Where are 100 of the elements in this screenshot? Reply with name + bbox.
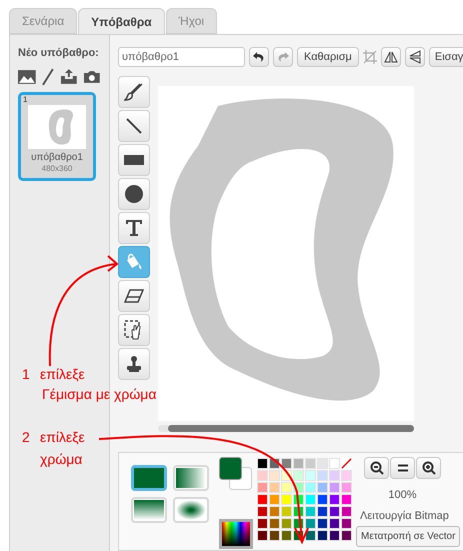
- palette-swatch[interactable]: [269, 482, 280, 493]
- step-number: 2: [22, 428, 30, 447]
- tool-button[interactable]: [118, 110, 150, 142]
- palette-swatch[interactable]: [329, 518, 340, 529]
- tool-button[interactable]: [118, 348, 150, 380]
- tool-button[interactable]: [118, 178, 150, 210]
- no-color-swatch[interactable]: [341, 458, 352, 469]
- palette-swatch[interactable]: [257, 494, 268, 505]
- palette-swatch[interactable]: [269, 530, 280, 541]
- palette-swatch[interactable]: [341, 518, 352, 529]
- backdrop-name-field[interactable]: υπόβαθρο1: [118, 47, 245, 67]
- palette-swatch[interactable]: [281, 506, 292, 517]
- palette-swatch[interactable]: [305, 518, 316, 529]
- palette-swatch[interactable]: [317, 482, 328, 493]
- zoom-in-icon: [422, 461, 436, 475]
- palette-swatch[interactable]: [341, 482, 352, 493]
- zoom-out-icon: [370, 461, 384, 475]
- palette-swatch[interactable]: [305, 458, 316, 469]
- radial-gradient-swatch: [176, 500, 206, 520]
- palette-swatch[interactable]: [281, 518, 292, 529]
- backdrop-thumbnail[interactable]: 1 υπόβαθρο1 480x360: [18, 92, 96, 180]
- palette-swatch[interactable]: [317, 470, 328, 481]
- palette-swatch[interactable]: [329, 482, 340, 493]
- current-colors-drawing[interactable]: [219, 457, 253, 491]
- solid-fill-swatch: [134, 468, 164, 488]
- palette-swatch[interactable]: [257, 506, 268, 517]
- palette-swatch[interactable]: [329, 470, 340, 481]
- palette-swatch[interactable]: [269, 506, 280, 517]
- upload-icon[interactable]: [60, 68, 78, 85]
- flip-horizontal-icon: [384, 51, 398, 63]
- rectangle-icon: [124, 155, 144, 165]
- palette-swatch[interactable]: [341, 470, 352, 481]
- palette-swatch[interactable]: [269, 470, 280, 481]
- palette-swatch[interactable]: [341, 530, 352, 541]
- undo-button[interactable]: [249, 47, 269, 67]
- tab[interactable]: Υπόβαθρα: [78, 8, 165, 34]
- reset-zoom-button[interactable]: [390, 457, 415, 479]
- palette-swatch[interactable]: [281, 458, 292, 469]
- palette-swatch[interactable]: [269, 518, 280, 529]
- horizontal-gradient-swatch: [176, 468, 206, 488]
- palette-swatch[interactable]: [281, 482, 292, 493]
- palette-swatch[interactable]: [305, 506, 316, 517]
- convert-tooltip: Μετατροπή σε Vector: [356, 526, 460, 547]
- palette-swatch[interactable]: [329, 458, 340, 469]
- color-picker-button[interactable]: [219, 519, 253, 549]
- step-detail: Γέμισμα με χρώμα: [42, 385, 156, 404]
- palette-swatch[interactable]: [329, 530, 340, 541]
- backdrop-preview-drawing: [28, 104, 86, 148]
- fill-style-button[interactable]: [131, 465, 167, 491]
- redo-icon: [277, 51, 289, 63]
- palette-swatch[interactable]: [269, 494, 280, 505]
- flip-horizontal-button[interactable]: [380, 47, 401, 67]
- backdrop-size: 480x360: [42, 164, 72, 174]
- camera-icon[interactable]: [83, 70, 102, 84]
- palette-swatch[interactable]: [257, 470, 268, 481]
- tool-button[interactable]: [118, 280, 150, 312]
- fill-style-button[interactable]: [173, 465, 209, 491]
- palette-swatch[interactable]: [293, 458, 304, 469]
- image-icon[interactable]: [18, 70, 36, 84]
- palette-swatch[interactable]: [281, 530, 292, 541]
- palette-swatch[interactable]: [317, 494, 328, 505]
- palette-swatch[interactable]: [257, 458, 268, 469]
- tool-button[interactable]: [118, 76, 150, 108]
- pencil-icon[interactable]: [42, 68, 54, 86]
- backdrop-name: υπόβαθρο1: [31, 152, 83, 164]
- palette-swatch[interactable]: [257, 482, 268, 493]
- palette-swatch[interactable]: [281, 494, 292, 505]
- step-label: επίλεξε: [40, 365, 85, 384]
- zoom-in-button[interactable]: [416, 457, 441, 479]
- palette-swatch[interactable]: [329, 494, 340, 505]
- palette-swatch[interactable]: [257, 518, 268, 529]
- tool-button[interactable]: [118, 212, 150, 244]
- palette-swatch[interactable]: [341, 506, 352, 517]
- tool-button[interactable]: [118, 144, 150, 176]
- mode-label: Λειτουργία Bitmap: [360, 509, 449, 524]
- palette-swatch[interactable]: [305, 482, 316, 493]
- palette-swatch[interactable]: [257, 530, 268, 541]
- circle-icon: [125, 185, 143, 203]
- zoom-out-button[interactable]: [364, 457, 389, 479]
- palette-swatch[interactable]: [305, 494, 316, 505]
- tool-button[interactable]: [118, 314, 150, 346]
- brush-icon: [124, 82, 144, 102]
- fill-style-button[interactable]: [131, 497, 167, 523]
- paint-bucket-icon: [124, 253, 144, 271]
- palette-swatch[interactable]: [341, 494, 352, 505]
- step-label: επίλεξε: [40, 428, 85, 447]
- backdrop-number: 1: [22, 94, 28, 104]
- flip-vertical-button[interactable]: [404, 47, 425, 67]
- palette-swatch[interactable]: [293, 470, 304, 481]
- palette-swatch[interactable]: [329, 506, 340, 517]
- palette-swatch[interactable]: [317, 506, 328, 517]
- clear-button[interactable]: Καθαρισμ: [297, 47, 359, 67]
- fill-style-button[interactable]: [173, 497, 209, 523]
- line-icon: [125, 117, 143, 135]
- step-number: 1: [22, 365, 30, 384]
- equals-icon: [398, 464, 408, 472]
- palette-swatch[interactable]: [317, 518, 328, 529]
- palette-swatch[interactable]: [305, 470, 316, 481]
- palette-swatch[interactable]: [317, 530, 328, 541]
- import-button[interactable]: Εισαγ: [428, 47, 463, 67]
